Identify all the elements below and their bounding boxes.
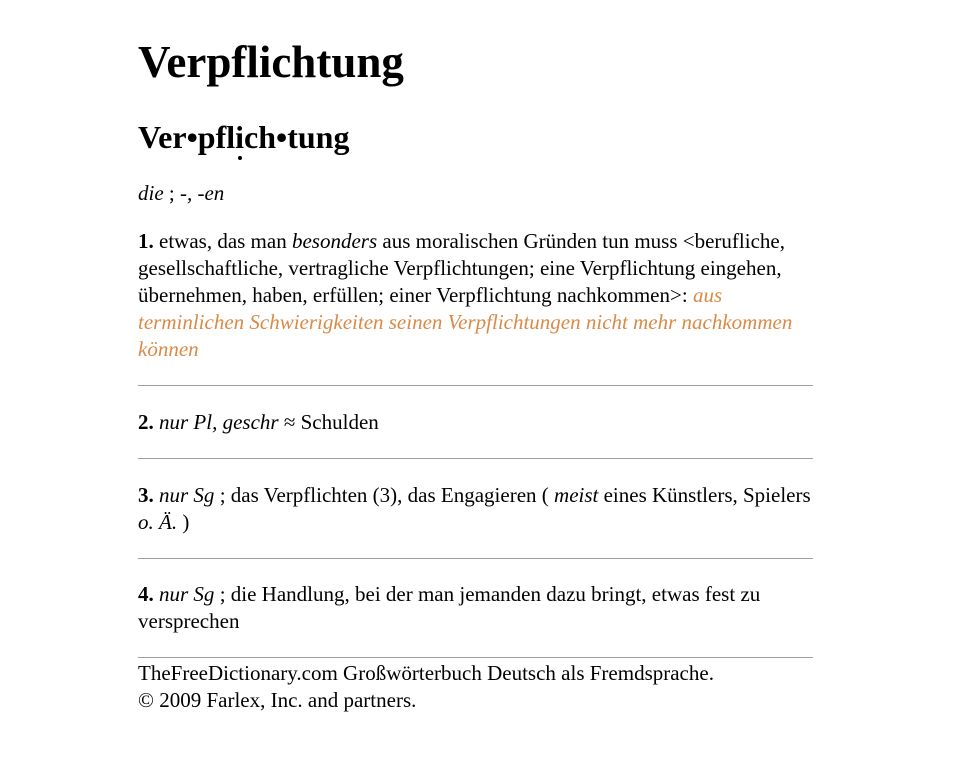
sense-text: ) [177,510,190,534]
syllabified-headword: Ver•pflich•tung [138,118,813,160]
headword-title: Verpflichtung [138,37,404,87]
sense-label: nur Pl, geschr [153,410,279,434]
sense-number: 4. [138,582,154,606]
stressed-vowel: i [235,119,245,160]
grammar-info: die ; -, -en [138,180,813,206]
sense-3: 3. nur Sg ; das Verpflichten (3), das En… [138,459,813,559]
sense-4: 4. nur Sg ; die Handlung, bei der man je… [138,559,813,658]
sense-text: eines Künstlers, Spielers [598,483,811,507]
sense-2: 2. nur Pl, geschr ≈ Schulden [138,386,813,459]
sense-abbreviation: o. Ä. [138,510,178,534]
article: die [138,181,164,205]
grammar-separator: ; [163,181,180,205]
sense-text: ; die Handlung, bei der man jemanden daz… [138,582,761,633]
sense-text: ; das Verpflichten (3), das Engagieren ( [214,483,555,507]
syllable-part-1: Ver•pfl [138,119,236,155]
sense-text: etwas, das man [153,229,292,253]
sense-label: nur Sg [153,582,215,606]
sense-emphasis: besonders [291,229,378,253]
sense-label: nur Sg [153,483,215,507]
sense-number: 2. [138,410,154,434]
sense-number: 1. [138,229,154,253]
sense-1: 1. etwas, das man besonders aus moralisc… [138,228,813,386]
source-footer: TheFreeDictionary.com Großwörterbuch Deu… [138,660,813,714]
source-line: TheFreeDictionary.com Großwörterbuch Deu… [138,661,714,685]
sense-number: 3. [138,483,154,507]
dictionary-entry: Verpflichtung Ver•pflich•tung die ; -, -… [138,0,813,714]
inflection: -, -en [180,181,225,205]
copyright-line: © 2009 Farlex, Inc. and partners. [138,688,417,712]
sense-text: ≈ Schulden [278,410,379,434]
syllable-part-2: ch•tung [244,119,350,155]
sense-emphasis: meist [554,483,599,507]
